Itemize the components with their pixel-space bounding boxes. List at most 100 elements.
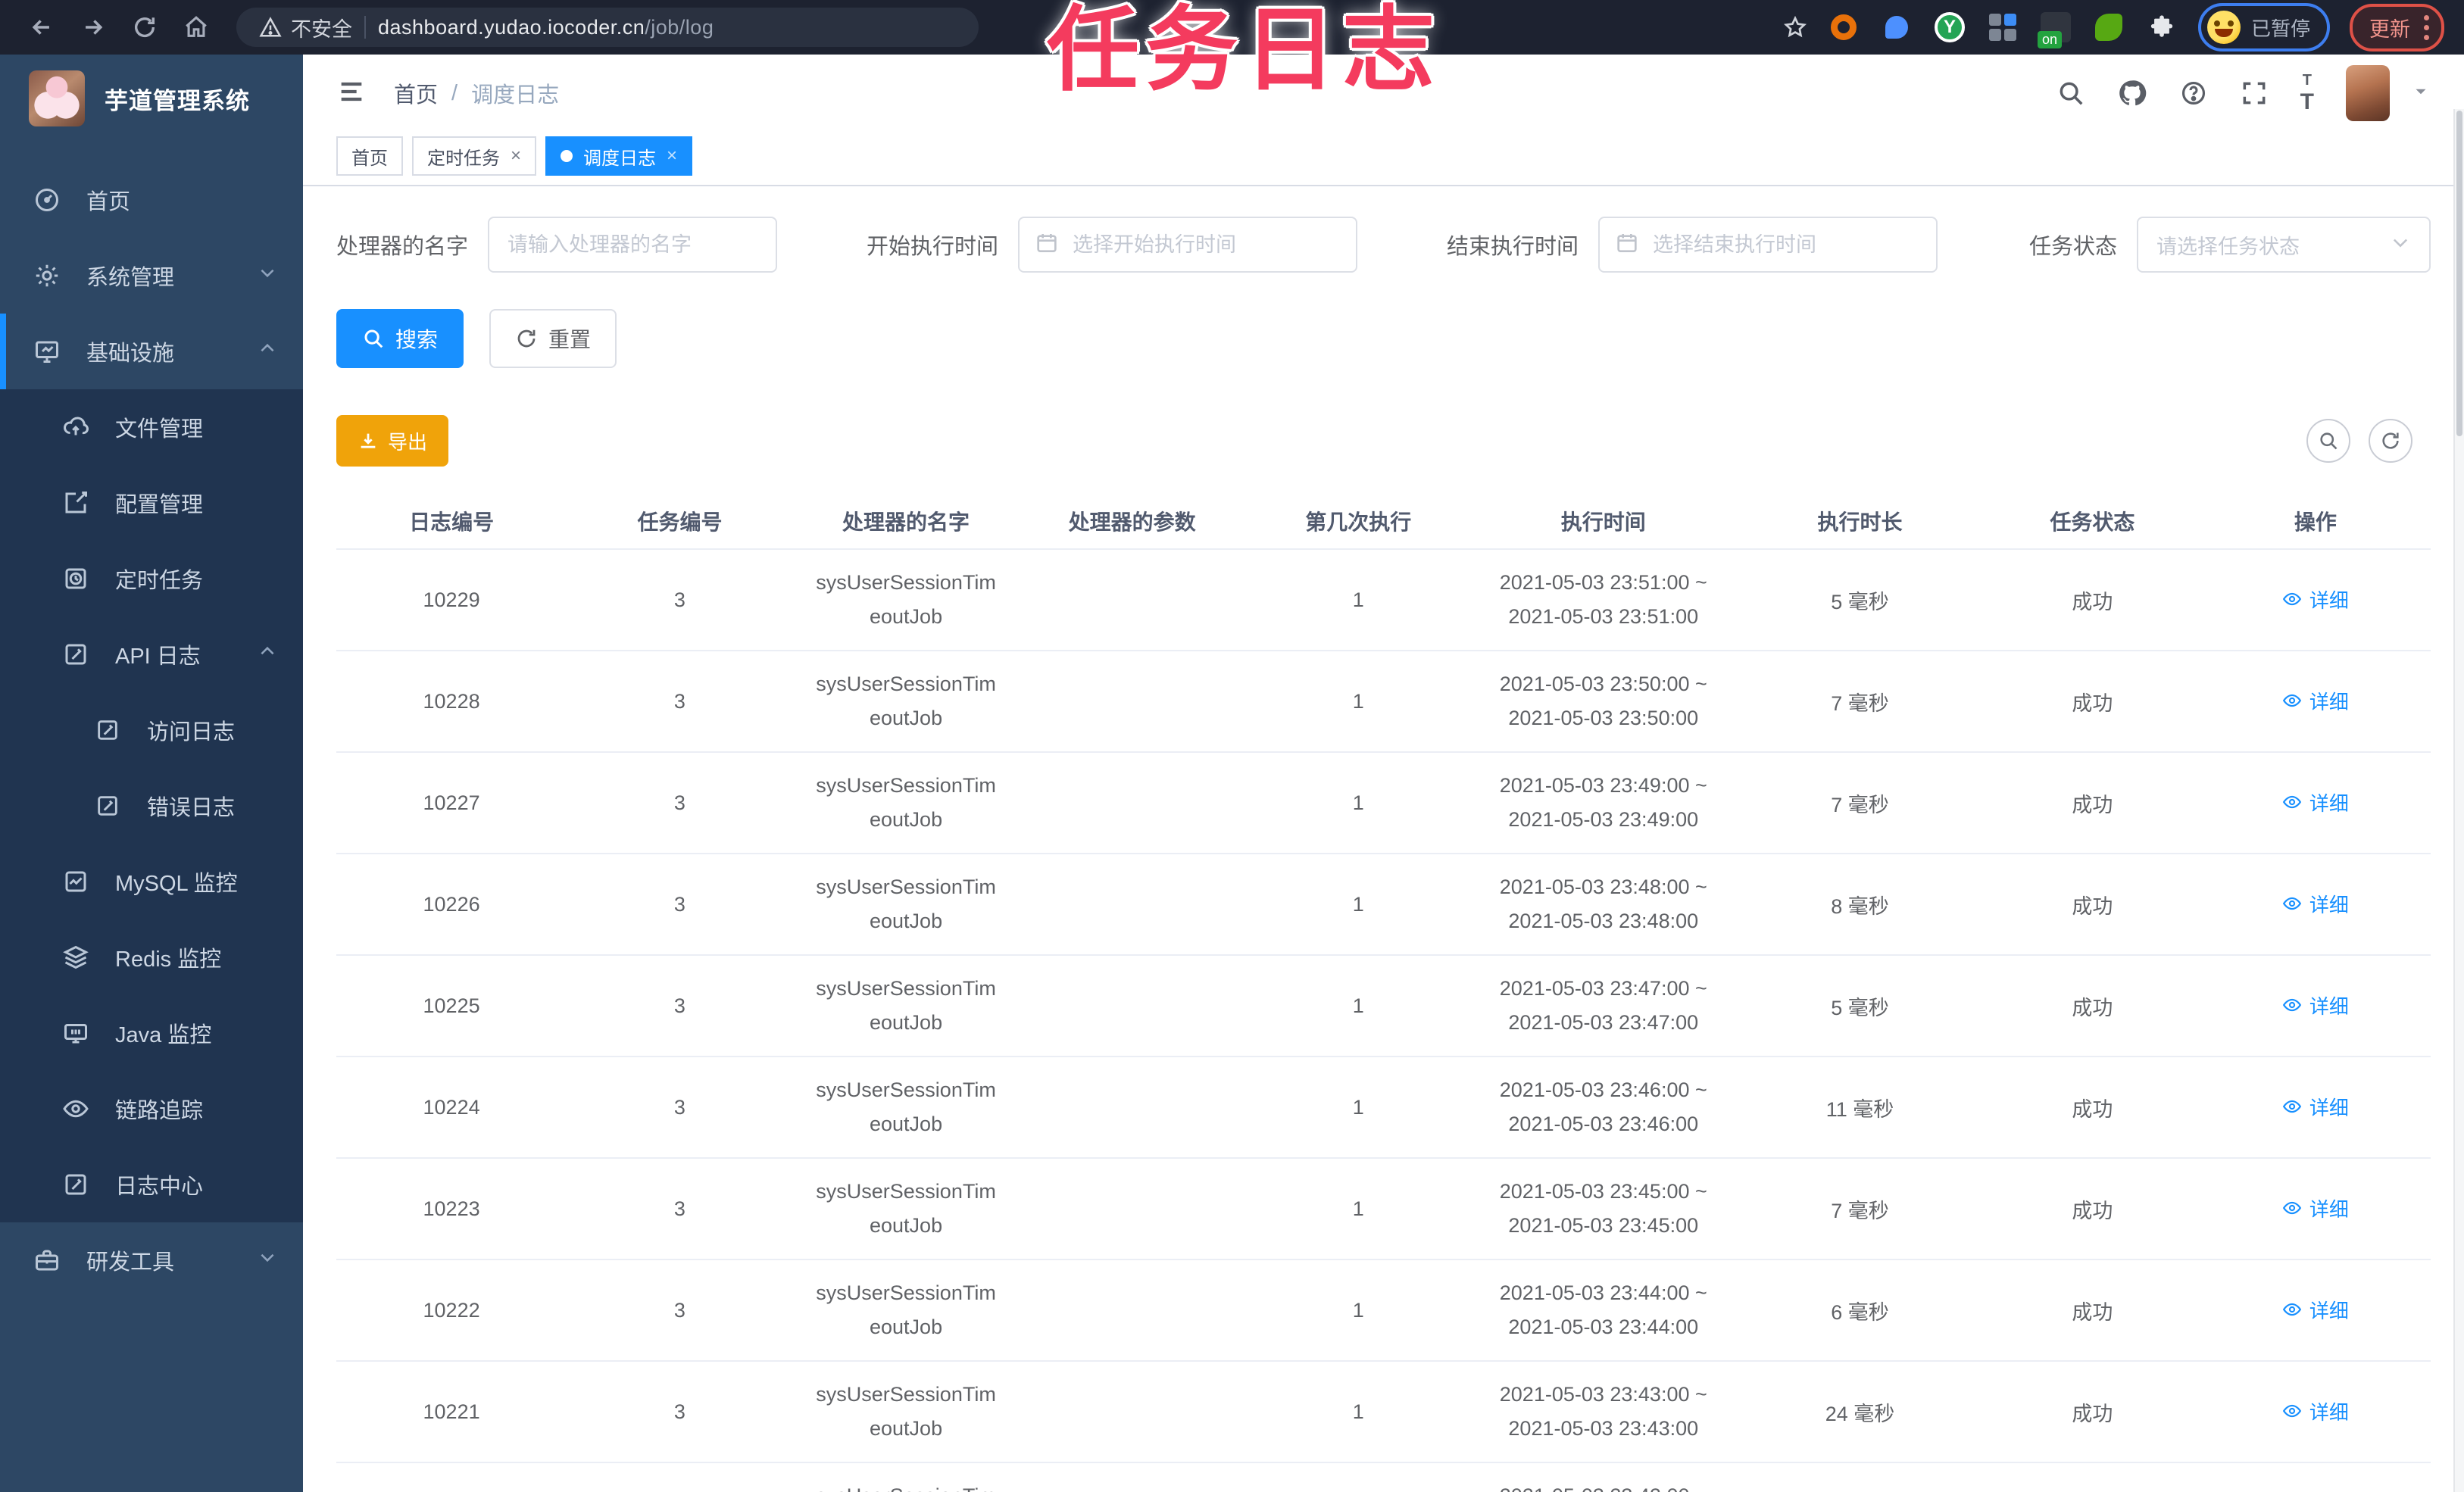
profile-status-label: 已暂停 (2250, 17, 2310, 40)
sidebar-item-jobs[interactable]: 定时任务 (0, 541, 303, 616)
forward-icon[interactable] (71, 5, 115, 49)
cell-log-id: 10223 (423, 1197, 480, 1220)
github-icon[interactable] (2117, 78, 2147, 108)
detail-link[interactable]: 详细 (2282, 890, 2349, 918)
app-logo[interactable]: 芋道管理系统 (0, 55, 303, 142)
sidebar-item-home[interactable]: 首页 (0, 162, 303, 238)
eye-icon (59, 1095, 92, 1122)
table-row: 10226 3 sysUserSessionTim eoutJob 1 2021… (336, 854, 2431, 956)
table-row: 10229 3 sysUserSessionTim eoutJob 1 2021… (336, 550, 2431, 651)
browser-menu-kebab-icon[interactable] (2424, 14, 2429, 40)
detail-link[interactable]: 详细 (2282, 1296, 2349, 1324)
search-icon (364, 329, 383, 348)
table-row: 10221 3 sysUserSessionTim eoutJob 1 2021… (336, 1362, 2431, 1463)
export-button[interactable]: 导出 (336, 415, 449, 467)
sidebar-item-tracing[interactable]: 链路追踪 (0, 1071, 303, 1147)
cell-handler: sysUserSessionTim eoutJob (816, 673, 996, 729)
extension-green-y-icon[interactable]: Y (1933, 11, 1966, 44)
page-scrollbar[interactable] (2453, 109, 2464, 1492)
sidebar-item-log-center[interactable]: 日志中心 (0, 1147, 303, 1222)
help-icon[interactable] (2179, 79, 2208, 108)
start-time-input[interactable] (1018, 217, 1358, 273)
cell-handler: sysUserSessionTim eoutJob (816, 1383, 996, 1440)
tab-close-icon[interactable]: × (511, 145, 521, 167)
start-time-label: 开始执行时间 (867, 235, 999, 259)
cell-status: 成功 (2072, 793, 2113, 816)
toggle-search-button[interactable] (2306, 419, 2350, 463)
refresh-table-button[interactable] (2369, 419, 2412, 463)
gear-icon (30, 262, 64, 289)
sidebar-item-error-log[interactable]: 错误日志 (0, 768, 303, 844)
tab-home[interactable]: 首页 (336, 136, 403, 176)
search-button[interactable]: 搜索 (336, 309, 464, 368)
breadcrumb-home[interactable]: 首页 (394, 77, 438, 109)
detail-link[interactable]: 详细 (2282, 687, 2349, 715)
extension-grid-icon[interactable] (1986, 11, 2019, 44)
sidebar-item-mysql[interactable]: MySQL 监控 (0, 844, 303, 919)
browser-profile-badge[interactable]: 已暂停 (2197, 3, 2330, 52)
detail-link[interactable]: 详细 (2282, 1397, 2349, 1425)
cloud-upload-icon (59, 414, 92, 441)
table-row: 10227 3 sysUserSessionTim eoutJob 1 2021… (336, 753, 2431, 854)
cell-log-id: 10224 (423, 1095, 480, 1119)
cell-duration: 7 毫秒 (1831, 691, 1889, 715)
hamburger-icon[interactable] (336, 76, 367, 111)
sidebar-item-devtools[interactable]: 研发工具 (0, 1222, 303, 1298)
job-status-label: 任务状态 (2028, 235, 2117, 259)
sidebar-item-config[interactable]: 配置管理 (0, 465, 303, 541)
cell-log-id: 10222 (423, 1298, 480, 1322)
reset-button[interactable]: 重置 (489, 309, 617, 368)
breadcrumb-current: 调度日志 (471, 83, 560, 108)
extension-orange-icon[interactable] (1827, 11, 1860, 44)
detail-link[interactable]: 详细 (2282, 585, 2349, 613)
page-content: 处理器的名字 开始执行时间 结束执行时间 (303, 186, 2464, 1492)
extensions-puzzle-icon[interactable] (2145, 11, 2178, 44)
cell-handler: sysUserSessionTim eoutJob (816, 977, 996, 1034)
reload-icon[interactable] (123, 5, 167, 49)
download-icon (361, 433, 376, 448)
sidebar-item-java[interactable]: Java 监控 (0, 995, 303, 1071)
browser-update-button[interactable]: 更新 (2350, 3, 2444, 52)
extension-on-badge-icon[interactable]: on (2037, 11, 2072, 48)
tab-job-log[interactable]: 调度日志 × (545, 136, 693, 176)
sidebar-item-files[interactable]: 文件管理 (0, 389, 303, 465)
detail-link[interactable]: 详细 (2282, 1093, 2349, 1121)
tab-jobs[interactable]: 定时任务 × (412, 136, 537, 176)
search-icon[interactable] (2056, 79, 2085, 108)
sidebar-item-api-log[interactable]: API 日志 (0, 616, 303, 692)
detail-link[interactable]: 详细 (2282, 991, 2349, 1019)
cell-count: 1 (1352, 689, 1364, 713)
security-label: 不安全 (291, 17, 352, 41)
cell-count: 1 (1352, 1197, 1364, 1220)
sidebar-item-redis[interactable]: Redis 监控 (0, 919, 303, 995)
not-secure-warning[interactable]: 不安全 (259, 13, 352, 42)
caret-down-icon[interactable] (2411, 82, 2431, 105)
bookmark-star-icon[interactable] (1783, 15, 1807, 39)
sidebar-item-access-log[interactable]: 访问日志 (0, 692, 303, 768)
job-status-select[interactable]: 请选择任务状态 (2137, 217, 2431, 273)
detail-link[interactable]: 详细 (2282, 1194, 2349, 1222)
detail-link[interactable]: 详细 (2282, 788, 2349, 816)
user-avatar[interactable] (2346, 65, 2390, 121)
cell-status: 成功 (2072, 590, 2113, 613)
sidebar-item-infrastructure[interactable]: 基础设施 (0, 314, 303, 389)
table-row: 10222 3 sysUserSessionTim eoutJob 1 2021… (336, 1260, 2431, 1362)
active-tab-dot (561, 150, 573, 162)
url-text[interactable]: dashboard.yudao.iocoder.cn/job/log (378, 16, 714, 39)
back-icon[interactable] (20, 5, 64, 49)
cell-time: 2021-05-03 23:46:00 ~ 2021-05-03 23:46:0… (1499, 1078, 1707, 1135)
annotation-title: 任务日志 (1047, 0, 1441, 101)
scrollbar-thumb[interactable] (2456, 111, 2462, 436)
sidebar-item-system[interactable]: 系统管理 (0, 238, 303, 314)
font-size-icon[interactable]: TT (2300, 72, 2314, 115)
extension-leaf-icon[interactable] (2092, 11, 2125, 44)
eye-icon (2282, 897, 2301, 910)
handler-name-input[interactable] (488, 217, 778, 273)
extension-blue-icon[interactable] (1880, 11, 1913, 44)
home-icon[interactable] (174, 5, 218, 49)
end-time-input[interactable] (1598, 217, 1938, 273)
address-bar[interactable]: 不安全 dashboard.yudao.iocoder.cn/job/log (236, 8, 979, 47)
refresh-icon (2382, 432, 2399, 449)
fullscreen-icon[interactable] (2240, 79, 2269, 108)
tab-close-icon[interactable]: × (667, 145, 677, 167)
